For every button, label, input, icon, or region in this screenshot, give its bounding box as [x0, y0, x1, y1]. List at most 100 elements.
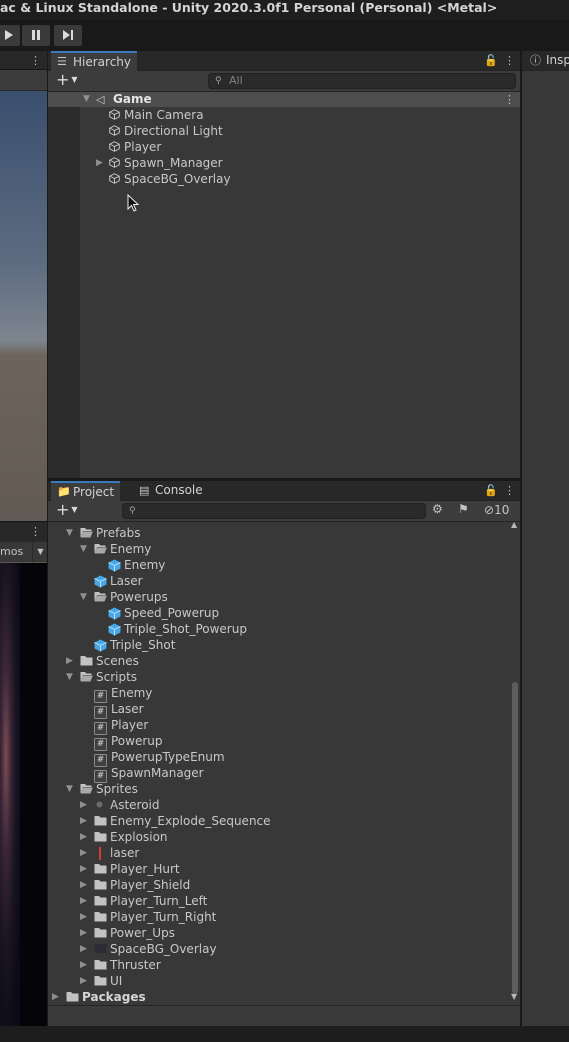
hierarchy-panel: ☰ Hierarchy 🔓 ⋮ + ▼ ⚲ All ▼ ◁ Game ⋮ Main…	[48, 51, 520, 478]
hidden-packages-button[interactable]: ⊘10	[484, 503, 509, 517]
kebab-menu-icon[interactable]: ⋮	[504, 481, 515, 500]
scene-header-row[interactable]: ▼ ◁ Game ⋮	[48, 92, 520, 107]
collapse-arrow-icon[interactable]: ▼	[66, 525, 73, 541]
project-item-label: Enemy	[111, 686, 153, 700]
filter-by-type-icon[interactable]: ⚙	[432, 502, 443, 516]
expand-arrow-icon[interactable]: ▶	[80, 829, 87, 845]
collapse-arrow-icon[interactable]: ▼	[66, 669, 73, 685]
lock-icon[interactable]: 🔓	[484, 481, 498, 500]
project-item[interactable]: Triple_Shot	[84, 637, 175, 653]
scrollbar-thumb[interactable]	[512, 682, 518, 994]
expand-arrow-icon[interactable]: ▼	[83, 91, 90, 107]
expand-arrow-icon[interactable]: ▶	[80, 797, 87, 813]
kebab-menu-icon[interactable]: ⋮	[504, 92, 515, 107]
project-item[interactable]: ▶ Packages	[52, 989, 146, 1004]
hierarchy-item[interactable]: SpaceBG_Overlay	[96, 171, 231, 187]
expand-arrow-icon[interactable]: ▶	[80, 877, 87, 893]
search-icon: ⚲	[215, 76, 222, 86]
scroll-up-icon[interactable]: ▲	[511, 520, 517, 529]
project-item[interactable]: ▶ Power_Ups	[80, 925, 175, 941]
tab-console[interactable]: ▤ Console	[133, 481, 209, 500]
project-item[interactable]: ▶ Player_Shield	[80, 877, 190, 893]
project-item[interactable]: ▶ Explosion	[80, 829, 168, 845]
hierarchy-search-input[interactable]: ⚲ All	[208, 73, 516, 89]
kebab-menu-icon[interactable]: ⋮	[30, 51, 41, 70]
project-item[interactable]: ▶ Asteroid	[80, 797, 160, 813]
prefab-icon	[94, 575, 107, 588]
project-item[interactable]: ▶ UI	[80, 973, 122, 989]
expand-arrow-icon[interactable]: ▶	[80, 973, 87, 989]
scene-view[interactable]	[0, 91, 47, 571]
hidden-packages-count: 10	[494, 503, 510, 517]
project-search-input[interactable]: ⚲	[122, 503, 426, 519]
project-item[interactable]: Laser	[84, 573, 143, 589]
project-item[interactable]: ▶ Player_Hurt	[80, 861, 180, 877]
expand-arrow-icon[interactable]: ▶	[80, 957, 87, 973]
expand-arrow-icon[interactable]: ▶	[96, 155, 103, 171]
scroll-down-icon[interactable]: ▼	[511, 992, 517, 1001]
kebab-menu-icon[interactable]: ⋮	[504, 51, 515, 70]
expand-arrow-icon[interactable]: ▶	[80, 845, 87, 861]
create-button[interactable]: + ▼	[56, 72, 78, 88]
project-item[interactable]: ▼ Powerups	[80, 589, 168, 605]
tab-project[interactable]: 📁 Project	[51, 481, 121, 501]
filter-by-label-icon[interactable]: ⚑	[458, 502, 469, 516]
collapse-arrow-icon[interactable]: ▼	[66, 781, 73, 797]
game-view[interactable]	[0, 563, 47, 1026]
gizmos-button[interactable]: mos	[0, 545, 23, 558]
project-item-label: Player	[111, 718, 149, 732]
project-item[interactable]: ▶ Scenes	[66, 653, 139, 669]
project-item[interactable]: ▶ Player_Turn_Right	[80, 909, 216, 925]
project-item[interactable]: ▶ Thruster	[80, 957, 161, 973]
kebab-menu-icon[interactable]: ⋮	[30, 522, 41, 541]
sprite-icon	[94, 847, 107, 860]
tab-inspector[interactable]: ⓘ Insp	[524, 51, 569, 70]
hierarchy-item[interactable]: ▶ Spawn_Manager	[96, 155, 223, 171]
project-item[interactable]: # PowerupTypeEnum	[84, 749, 225, 767]
folder-open-icon	[94, 591, 107, 602]
play-button[interactable]	[0, 25, 20, 46]
collapse-arrow-icon[interactable]: ▼	[80, 541, 87, 557]
project-item[interactable]: Enemy	[98, 557, 165, 573]
project-item[interactable]: # Powerup	[84, 733, 163, 751]
project-item[interactable]: ▶ SpaceBG_Overlay	[80, 941, 217, 957]
project-item[interactable]: ▼ Scripts	[66, 669, 137, 685]
hierarchy-item[interactable]: Directional Light	[96, 123, 223, 139]
create-button[interactable]: + ▼	[56, 502, 78, 518]
expand-arrow-icon[interactable]: ▶	[80, 813, 87, 829]
scene-toolbar	[0, 70, 47, 90]
expand-arrow-icon[interactable]: ▶	[80, 909, 87, 925]
project-item-label: Asteroid	[110, 798, 160, 812]
expand-arrow-icon[interactable]: ▶	[80, 941, 87, 957]
tab-hierarchy[interactable]: ☰ Hierarchy	[51, 51, 138, 71]
expand-arrow-icon[interactable]: ▶	[80, 893, 87, 909]
expand-arrow-icon[interactable]: ▶	[66, 653, 73, 669]
project-item[interactable]: ▼ Sprites	[66, 781, 138, 797]
hierarchy-item[interactable]: Player	[96, 139, 161, 155]
expand-arrow-icon[interactable]: ▶	[52, 989, 59, 1004]
prefab-icon	[108, 623, 121, 636]
project-item[interactable]: Speed_Powerup	[98, 605, 219, 621]
project-item[interactable]: # Laser	[84, 701, 144, 719]
lock-icon[interactable]: 🔓	[484, 51, 498, 70]
project-item[interactable]: # Enemy	[84, 685, 153, 703]
expand-arrow-icon[interactable]: ▶	[80, 925, 87, 941]
project-item-label: Enemy_Explode_Sequence	[110, 814, 271, 828]
project-item[interactable]: ▶ Enemy_Explode_Sequence	[80, 813, 271, 829]
project-item[interactable]: ▼ Enemy	[80, 541, 151, 557]
hierarchy-item-label: Directional Light	[124, 124, 223, 138]
gizmos-dropdown-icon[interactable]: ▼	[32, 542, 47, 562]
collapse-arrow-icon[interactable]: ▼	[80, 589, 87, 605]
hierarchy-item[interactable]: Main Camera	[96, 107, 204, 123]
pause-button[interactable]	[22, 25, 50, 46]
project-item-label: SpaceBG_Overlay	[110, 942, 217, 956]
project-item[interactable]: ▶ Player_Turn_Left	[80, 893, 207, 909]
project-scrollbar[interactable]: ▲ ▼	[510, 520, 520, 1004]
step-button[interactable]	[54, 25, 82, 46]
project-item[interactable]: Triple_Shot_Powerup	[98, 621, 247, 637]
expand-arrow-icon[interactable]: ▶	[80, 861, 87, 877]
project-item[interactable]: ▶ laser	[80, 845, 139, 861]
project-item[interactable]: ▼ Prefabs	[66, 525, 141, 541]
project-item[interactable]: # SpawnManager	[84, 765, 204, 783]
project-item[interactable]: # Player	[84, 717, 149, 735]
